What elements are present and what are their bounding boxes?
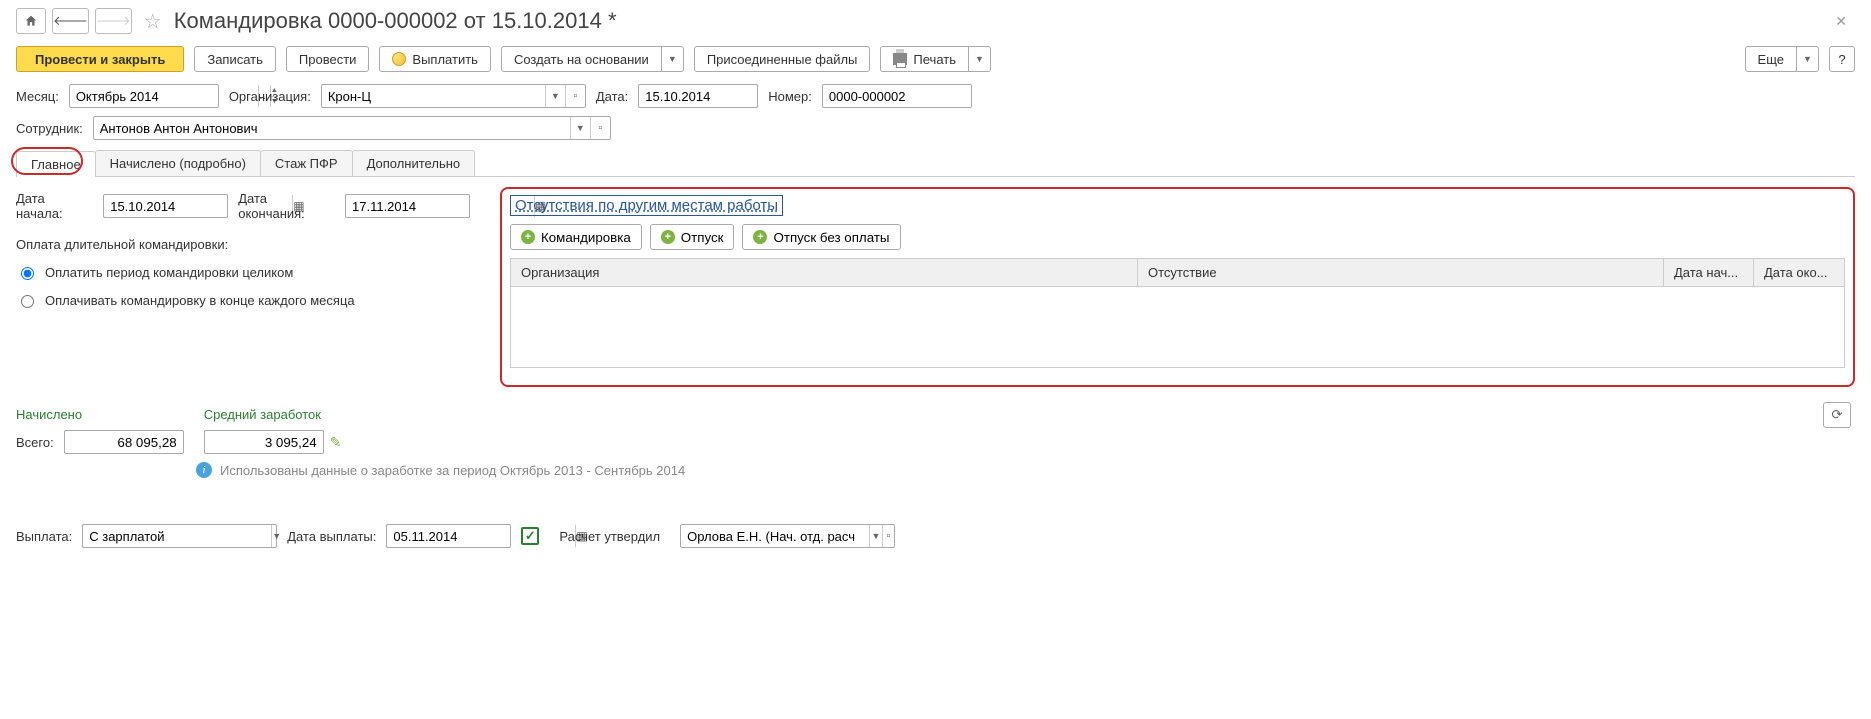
more-dropdown[interactable]: ▼ xyxy=(1797,46,1819,72)
approved-label: Расчет утвердил xyxy=(559,529,660,544)
pay-button[interactable]: Выплатить xyxy=(379,46,491,72)
info-text: Использованы данные о заработке за перио… xyxy=(220,463,685,478)
home-button[interactable] xyxy=(16,8,46,34)
coin-icon xyxy=(392,52,406,66)
approved-checkbox[interactable]: ✓ xyxy=(521,527,539,545)
radio-full-period[interactable]: Оплатить период командировки целиком xyxy=(16,258,486,286)
create-on-basis-dropdown[interactable]: ▼ xyxy=(662,46,684,72)
tab-extra[interactable]: Дополнительно xyxy=(352,150,476,176)
add-unpaid-label: Отпуск без оплаты xyxy=(773,230,889,245)
org-open[interactable]: ▫ xyxy=(565,85,585,107)
col-start: Дата нач... xyxy=(1664,259,1754,286)
plus-icon: + xyxy=(753,230,767,244)
month-label: Месяц: xyxy=(16,89,59,104)
add-trip-label: Командировка xyxy=(541,230,631,245)
start-date-field[interactable]: ▦ xyxy=(103,194,228,218)
tab-accrued[interactable]: Начислено (подробно) xyxy=(95,150,261,176)
end-date-field[interactable]: ▦ xyxy=(345,194,470,218)
approved-by-input[interactable] xyxy=(681,525,869,547)
add-unpaid-button[interactable]: + Отпуск без оплаты xyxy=(742,224,900,250)
total-label: Всего: xyxy=(16,435,54,450)
title-bar: 🡐 🡒 ☆ Командировка 0000-000002 от 15.10.… xyxy=(0,0,1871,38)
form-row-2: Сотрудник: ▼ ▫ xyxy=(0,112,1871,144)
col-org: Организация xyxy=(511,259,1138,286)
absence-panel: Отсутствия по другим местам работы + Ком… xyxy=(500,187,1855,387)
close-icon[interactable]: ✕ xyxy=(1835,13,1855,30)
org-dropdown[interactable]: ▼ xyxy=(545,85,565,107)
employee-label: Сотрудник: xyxy=(16,121,83,136)
forward-button[interactable]: 🡒 xyxy=(95,8,132,34)
print-label: Печать xyxy=(913,52,956,67)
number-input[interactable] xyxy=(823,85,1011,107)
tab-main[interactable]: Главное xyxy=(16,151,96,177)
add-leave-button[interactable]: + Отпуск xyxy=(650,224,735,250)
radio-monthly-label: Оплачивать командировку в конце каждого … xyxy=(45,293,355,308)
attached-files-button[interactable]: Присоединенные файлы xyxy=(694,46,871,72)
radio-monthly[interactable]: Оплачивать командировку в конце каждого … xyxy=(16,286,486,314)
payout-field[interactable]: ▼ xyxy=(82,524,277,548)
org-input[interactable] xyxy=(322,85,545,107)
add-trip-button[interactable]: + Командировка xyxy=(510,224,642,250)
main-toolbar: Провести и закрыть Записать Провести Вып… xyxy=(0,38,1871,80)
post-button[interactable]: Провести xyxy=(286,46,370,72)
approved-by-dropdown[interactable]: ▼ xyxy=(869,525,882,547)
printer-icon xyxy=(893,53,907,65)
more-button[interactable]: Еще xyxy=(1745,46,1797,72)
radio-monthly-input[interactable] xyxy=(21,295,34,308)
employee-field[interactable]: ▼ ▫ xyxy=(93,116,611,140)
employee-input[interactable] xyxy=(94,117,570,139)
radio-full-label: Оплатить период командировки целиком xyxy=(45,265,293,280)
create-on-basis-button[interactable]: Создать на основании xyxy=(501,46,662,72)
month-field[interactable]: … ▲ ▼ xyxy=(69,84,219,108)
info-icon: i xyxy=(196,462,212,478)
date-field[interactable]: ▦ xyxy=(638,84,758,108)
absence-table: Организация Отсутствие Дата нач... Дата … xyxy=(510,258,1845,368)
print-button[interactable]: Печать xyxy=(880,46,969,72)
form-row-1: Месяц: … ▲ ▼ Организация: ▼ ▫ Дата: ▦ Но… xyxy=(0,80,1871,112)
payout-label: Выплата: xyxy=(16,529,72,544)
post-and-close-button[interactable]: Провести и закрыть xyxy=(16,46,184,72)
tab-pfr[interactable]: Стаж ПФР xyxy=(260,150,353,176)
employee-dropdown[interactable]: ▼ xyxy=(570,117,590,139)
col-absence: Отсутствие xyxy=(1138,259,1664,286)
add-leave-label: Отпуск xyxy=(681,230,724,245)
tab-content-main: Дата начала: ▦ Дата окончания: ▦ Оплата … xyxy=(0,177,1871,488)
print-dropdown[interactable]: ▼ xyxy=(969,46,991,72)
total-accrued-input[interactable] xyxy=(64,430,184,454)
avg-heading: Средний заработок xyxy=(204,407,342,422)
back-button[interactable]: 🡐 xyxy=(52,8,89,34)
employee-open[interactable]: ▫ xyxy=(590,117,610,139)
pencil-icon[interactable]: ✎ xyxy=(324,434,342,451)
accrued-heading: Начислено xyxy=(16,407,184,422)
number-label: Номер: xyxy=(768,89,812,104)
number-field xyxy=(822,84,972,108)
footer-row: Выплата: ▼ Дата выплаты: ▦ ✓ Расчет утве… xyxy=(0,508,1871,564)
col-end: Дата око... xyxy=(1754,259,1844,286)
page-title: Командировка 0000-000002 от 15.10.2014 * xyxy=(174,8,617,34)
radio-full-input[interactable] xyxy=(21,267,34,280)
date-label: Дата: xyxy=(596,89,628,104)
paydate-input[interactable] xyxy=(387,525,575,547)
tabs: Главное Начислено (подробно) Стаж ПФР До… xyxy=(16,150,1855,177)
payout-input[interactable] xyxy=(83,525,271,547)
payout-dropdown[interactable]: ▼ xyxy=(271,525,281,547)
plus-icon: + xyxy=(661,230,675,244)
absence-title[interactable]: Отсутствия по другим местам работы xyxy=(510,195,783,216)
org-label: Организация: xyxy=(229,89,311,104)
help-button[interactable]: ? xyxy=(1829,46,1855,72)
paydate-label: Дата выплаты: xyxy=(287,529,376,544)
approved-by-open[interactable]: ▫ xyxy=(882,525,895,547)
start-date-label: Дата начала: xyxy=(16,191,93,221)
save-button[interactable]: Записать xyxy=(194,46,276,72)
pay-label: Выплатить xyxy=(412,52,478,67)
long-trip-label: Оплата длительной командировки: xyxy=(16,231,486,258)
avg-input[interactable] xyxy=(204,430,324,454)
end-date-label: Дата окончания: xyxy=(238,191,335,221)
refresh-button[interactable]: ⟳ xyxy=(1823,402,1851,428)
plus-icon: + xyxy=(521,230,535,244)
approved-by-field[interactable]: ▼ ▫ xyxy=(680,524,895,548)
paydate-field[interactable]: ▦ xyxy=(386,524,511,548)
favorite-icon[interactable]: ☆ xyxy=(138,9,168,34)
org-field[interactable]: ▼ ▫ xyxy=(321,84,586,108)
